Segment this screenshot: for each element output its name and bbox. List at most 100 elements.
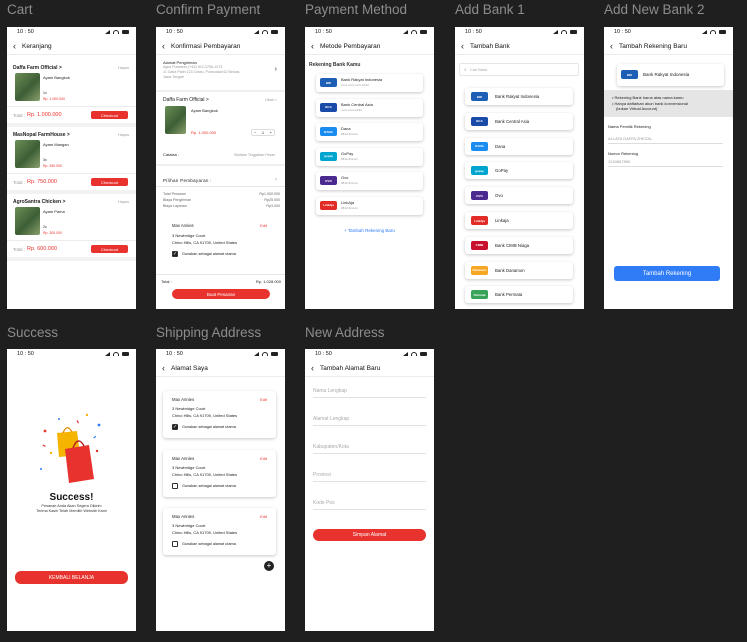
shipping-address-block[interactable]: Alamat Pengiriman Agus Purwanto (+62) 81… (163, 60, 277, 80)
back-icon[interactable]: ‹ (461, 42, 464, 51)
address-street: 3 Newbridge Court (172, 465, 206, 470)
bank-option[interactable]: LinkAja Linkaja (465, 212, 573, 229)
wifi-icon (262, 352, 268, 356)
address-card: Max Annies Edit 3 Newbridge Court Chino Hil… (163, 450, 276, 497)
checkbox[interactable]: ✓ (172, 424, 178, 430)
address-field[interactable]: Provinsi (313, 472, 426, 482)
product-image (15, 140, 40, 168)
info-line: (bukan Virtual Account) (616, 106, 658, 111)
bank-account-card[interactable]: BCA Bank Central Asia xxxx-xxxx-1234 (316, 98, 423, 117)
checkout-button[interactable]: Checkout (91, 245, 128, 253)
add-account-button[interactable]: Tambah Rekening (614, 266, 720, 281)
address-line: Jawa Tengah (163, 75, 185, 79)
quantity-stepper[interactable]: −1 + (251, 129, 275, 136)
bank-name: Linkaja (495, 218, 509, 223)
bank-option[interactable]: BRI Bank Rakyat Indonesia (465, 88, 573, 105)
delete-link[interactable]: Hapus (118, 200, 129, 204)
search-input[interactable]: ⌕ Cari Bank (459, 63, 579, 76)
bank-logo-icon: DANA (320, 127, 337, 136)
label-payment-method: Payment Method (305, 2, 408, 17)
account-number: 0812-3xxxxx (341, 132, 358, 136)
edit-link[interactable]: Edit (260, 223, 267, 228)
label-add-bank-1: Add Bank 1 (455, 2, 525, 17)
add-address-button[interactable]: + (264, 561, 274, 571)
product-qty: 1x (43, 91, 47, 95)
checkbox-label: Gunakan sebagai alamat utama (182, 484, 236, 488)
product-price: Rp. 300.000 (43, 231, 63, 235)
page-title: Metode Pembayaran (320, 43, 381, 50)
back-icon[interactable]: ‹ (162, 42, 165, 51)
delete-link[interactable]: Hapus (118, 133, 129, 137)
address-city: Chino Hills, CA 91709, United States (172, 472, 238, 477)
account-number-input[interactable]: 1234567890 (608, 159, 723, 167)
bank-option[interactable]: DANA Dana (465, 137, 573, 155)
checkout-button[interactable]: Checkout (91, 178, 128, 186)
wifi-icon (113, 352, 119, 356)
product-image (165, 106, 186, 134)
address-field[interactable]: Nama Lengkap (313, 388, 426, 398)
address-field[interactable]: Kode Pos (313, 500, 426, 510)
store-name[interactable]: Daffa Farm Official > (163, 97, 209, 103)
checkbox[interactable] (172, 483, 178, 489)
back-icon[interactable]: ‹ (311, 42, 314, 51)
address-city: Chino Hills, CA 91709, United States (172, 530, 238, 535)
payment-option-label[interactable]: Pilihan Pembayaran : (163, 178, 212, 183)
account-number: xxxx-xxxx-1234 (341, 107, 362, 112)
bank-option[interactable]: BCA Bank Central Asia (465, 112, 573, 130)
store-name[interactable]: Daffa Farm Official > (13, 65, 62, 71)
owner-input[interactable]: ALLATA DAFFA ZHEZAL (608, 136, 723, 144)
back-to-shopping-button[interactable]: KEMBALI BELANJA (15, 571, 128, 584)
plus-icon[interactable]: + (270, 130, 272, 135)
status-bar: 10 : 50 (7, 27, 136, 37)
success-message: Pesanan Anda Akan Segera Dikirim (41, 504, 102, 508)
bank-account-card[interactable]: BRI Bank Rakyat Indonesia xxxx-xxxx-xxxx-1… (316, 74, 423, 92)
note-input[interactable]: Silahkan Tinggalkan Pesan (234, 153, 275, 157)
page-title: Alamat Saya (171, 365, 208, 372)
checkbox[interactable] (172, 541, 178, 547)
product-qty: 3x (43, 158, 47, 162)
ubah-link[interactable]: Ubah > (265, 98, 277, 102)
battery-icon (122, 352, 129, 356)
bank-option[interactable]: Permata Bank Permata (465, 286, 573, 304)
wifi-icon (262, 30, 268, 34)
store-name[interactable]: AgroSantra Chicken > (13, 199, 65, 205)
edit-link[interactable]: Edit (260, 514, 267, 519)
checkbox[interactable]: ✓ (172, 251, 178, 257)
success-message: Terima Kasih Telah Memilih Website Kami (36, 509, 107, 513)
edit-link[interactable]: Edit (260, 397, 267, 402)
checkout-button[interactable]: Checkout (91, 111, 128, 119)
back-icon[interactable]: ‹ (311, 364, 314, 373)
back-icon[interactable]: ‹ (13, 42, 16, 51)
bank-account-card[interactable]: gopay GoPay 0812-3xxxxx (316, 147, 423, 166)
status-time: 10 : 50 (315, 29, 332, 35)
bank-option[interactable]: OVO Ovo (465, 187, 573, 205)
address-field[interactable]: Kabupaten/Kota (313, 444, 426, 454)
bank-option[interactable]: CIMB Bank CIMB Niaga (465, 236, 573, 254)
delete-link[interactable]: Hapus (118, 66, 129, 70)
total-label: Total : (13, 113, 26, 118)
product-qty: 2x (43, 225, 47, 229)
store-name[interactable]: MasNopal FarmHouse > (13, 132, 70, 138)
back-icon[interactable]: ‹ (610, 42, 613, 51)
selected-bank-card[interactable]: BRI Bank Rakyat Indonesia (617, 64, 724, 86)
bank-option[interactable]: Danamon Bank Danamon (465, 261, 573, 279)
total-label: Total : (13, 180, 26, 185)
back-icon[interactable]: ‹ (162, 364, 165, 373)
save-address-button[interactable]: Simpan Alamat (313, 529, 426, 541)
bank-option[interactable]: gopay GoPay (465, 162, 573, 180)
signal-icon (403, 30, 408, 34)
add-account-link[interactable]: + Tambah Rekening Baru (305, 228, 434, 233)
bank-account-card[interactable]: LinkAja LinkAja 0812-3xxxxx (316, 196, 423, 215)
edit-link[interactable]: Edit (260, 456, 267, 461)
product-price: Rp. 250.000 (43, 164, 63, 168)
product-name: Ayam Bangkok (191, 108, 218, 113)
minus-icon[interactable]: − (254, 130, 256, 135)
bank-account-card[interactable]: OVO Ovo 0812-3xxxxx (316, 172, 423, 190)
bank-name: Bank Rakyat Indonesia (643, 72, 690, 77)
address-field[interactable]: Alamat Lengkap (313, 416, 426, 426)
status-bar: 10 : 50 (604, 27, 733, 37)
divider (156, 186, 285, 187)
bank-name: Bank Permata (495, 292, 523, 298)
bank-account-card[interactable]: DANA Dana 0812-3xxxxx (316, 123, 423, 141)
create-order-button[interactable]: Buat Pesanan (172, 289, 270, 299)
